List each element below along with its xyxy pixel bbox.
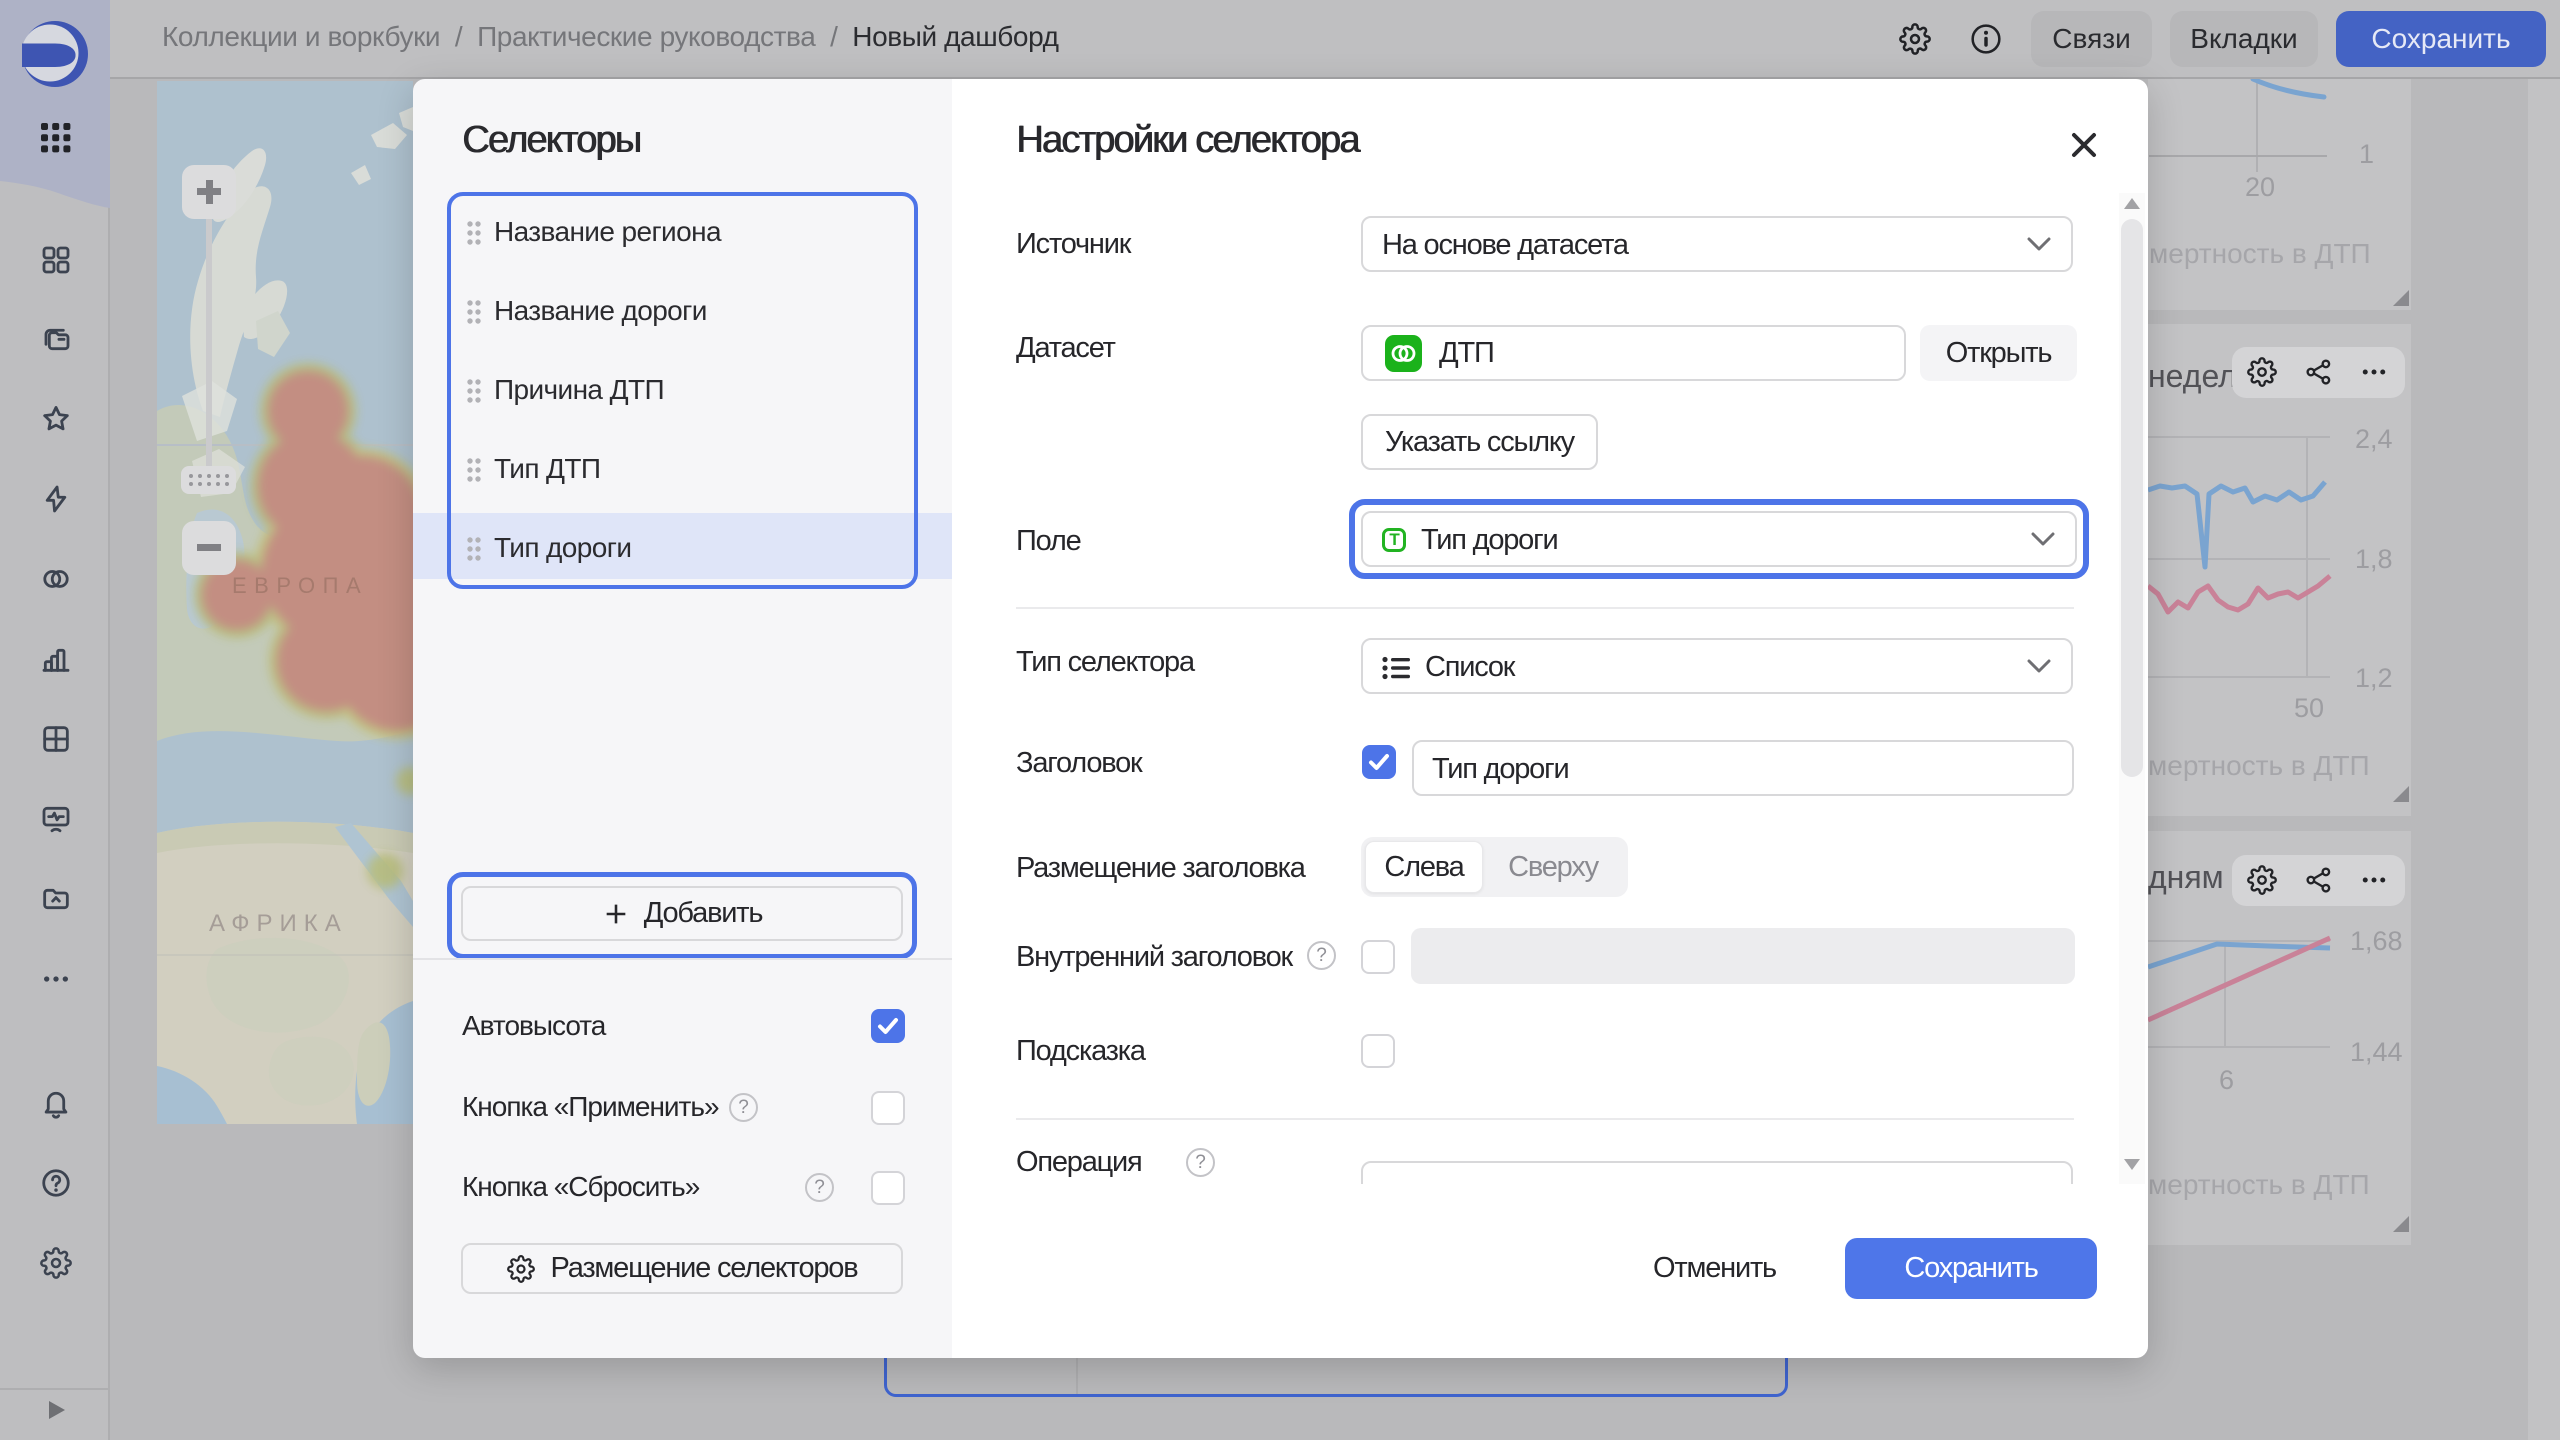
svg-text:ЕВРОПА: ЕВРОПА <box>232 573 368 598</box>
svg-text:1,8: 1,8 <box>2355 544 2393 574</box>
svg-text:недел: недел <box>2148 358 2237 394</box>
svg-text:1,44: 1,44 <box>2350 1037 2403 1067</box>
svg-text:АФРИКА: АФРИКА <box>209 910 348 937</box>
svg-text:50: 50 <box>2294 693 2324 723</box>
svg-text:мертность в ДТП: мертность в ДТП <box>2149 238 2371 269</box>
svg-text:2,4: 2,4 <box>2355 424 2393 454</box>
svg-text:мертность в ДТП: мертность в ДТП <box>2148 750 2370 781</box>
svg-text:1,68: 1,68 <box>2350 926 2403 956</box>
svg-text:6: 6 <box>2219 1065 2234 1095</box>
svg-text:1: 1 <box>2359 139 2374 169</box>
svg-text:20: 20 <box>2245 172 2275 202</box>
svg-text:мертность в ДТП: мертность в ДТП <box>2148 1169 2370 1200</box>
svg-text:1,2: 1,2 <box>2355 663 2393 693</box>
